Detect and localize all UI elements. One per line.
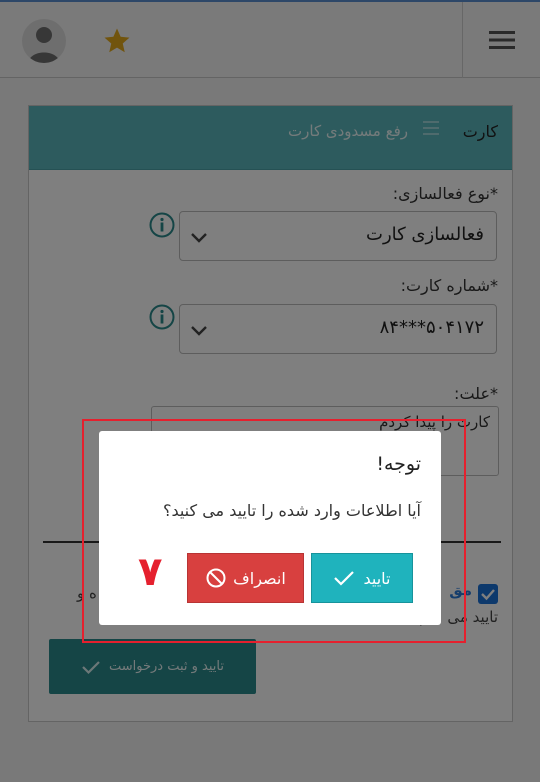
annotation-highlight-box bbox=[82, 419, 466, 643]
modal-backdrop[interactable] bbox=[0, 0, 540, 782]
annotation-step-number: ۷ bbox=[138, 549, 163, 595]
